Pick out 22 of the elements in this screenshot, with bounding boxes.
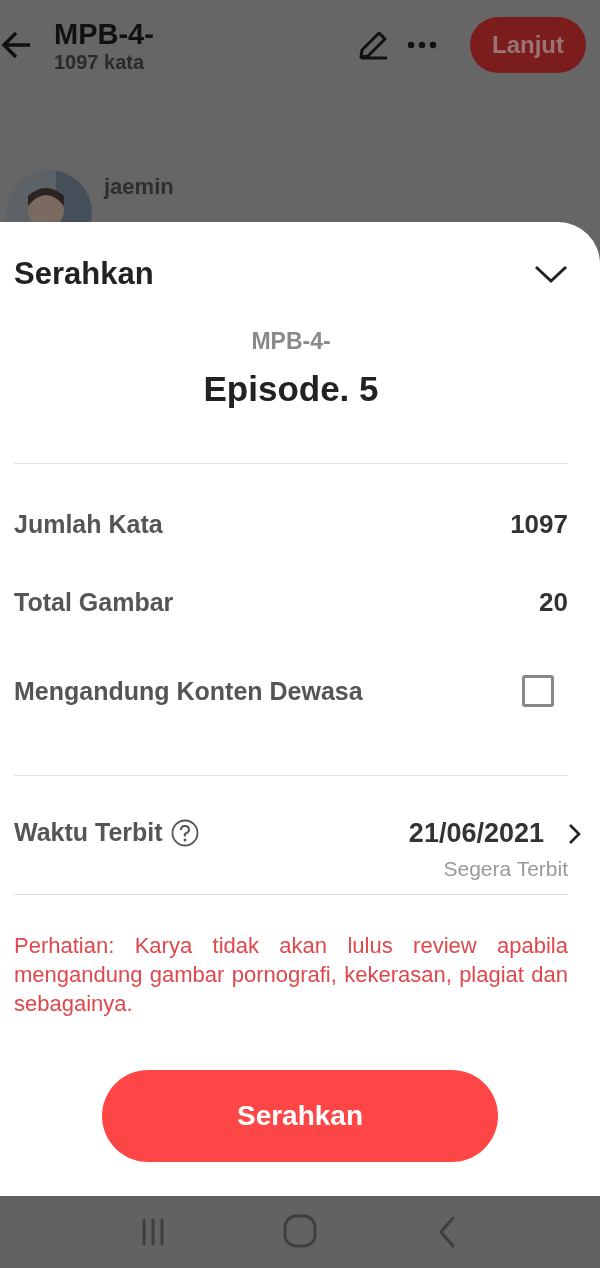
author-name: jaemin (104, 174, 174, 200)
stat-label: Total Gambar (14, 587, 174, 617)
submit-button[interactable]: Serahkan (102, 1070, 498, 1162)
checkbox[interactable] (522, 675, 554, 707)
chevron-right-icon[interactable] (568, 822, 582, 845)
publish-date[interactable]: 21/06/2021 (408, 818, 544, 849)
stat-value: 20 (539, 586, 568, 618)
chevron-down-icon[interactable] (534, 264, 568, 284)
stat-value: 1097 (510, 508, 568, 540)
sheet-title: Serahkan (14, 256, 154, 292)
adult-content-label: Mengandung Konten Dewasa (14, 676, 363, 706)
episode-title: Episode. 5 (203, 369, 379, 409)
more-icon[interactable] (406, 39, 438, 51)
stat-label: Jumlah Kata (14, 509, 163, 539)
work-title: MPB-4- (251, 328, 331, 355)
publish-note: Segera Terbit (443, 857, 568, 881)
chapter-title: MPB-4- (54, 16, 155, 51)
publish-time-label: Waktu Terbit (14, 818, 163, 847)
next-button[interactable]: Lanjut (470, 17, 586, 73)
warning-text: Perhatian: Karya tidak akan lulus review apabila mengandung gambar pornografi, kekerasan, plagiat dan sebagainya. (14, 932, 568, 1018)
help-icon[interactable] (170, 818, 199, 847)
word-count: 1097 kata (54, 50, 146, 74)
